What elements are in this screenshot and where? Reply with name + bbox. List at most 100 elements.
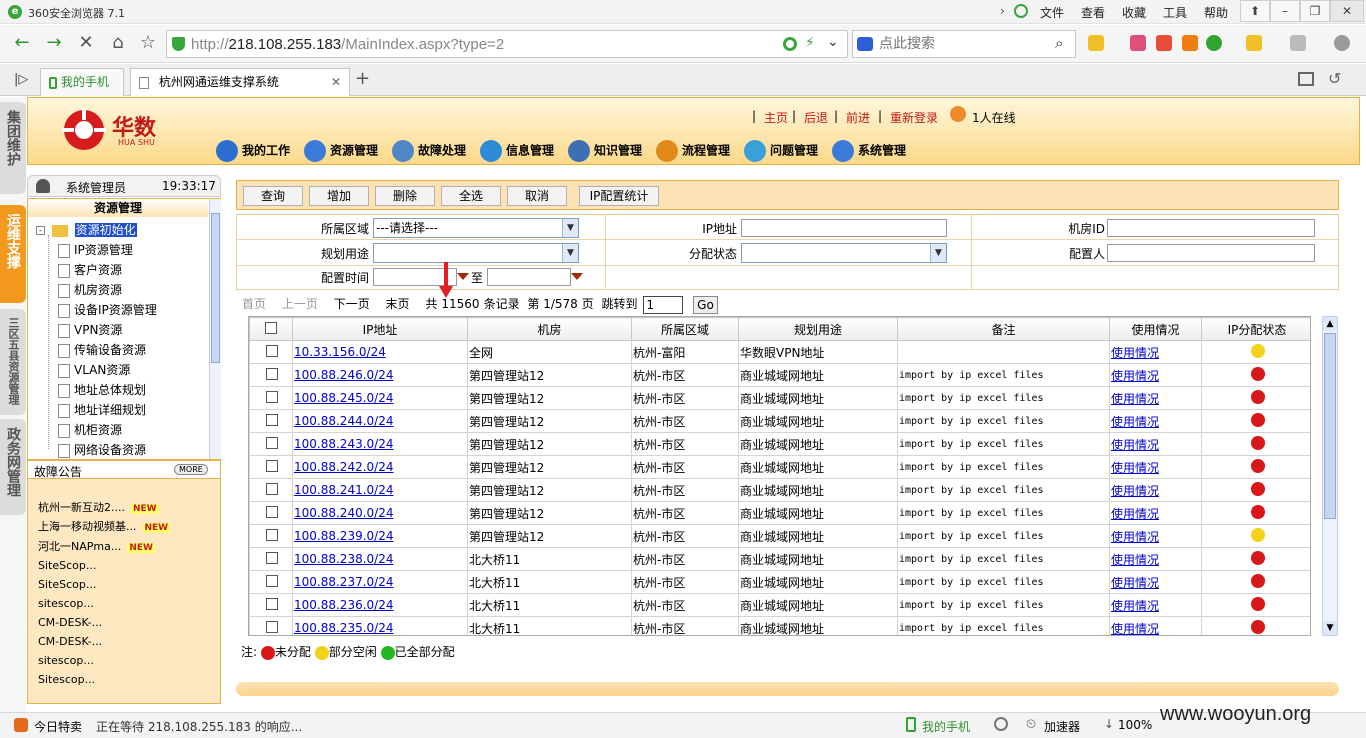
ip-link[interactable]: 100.88.242.0/24 — [294, 460, 393, 474]
usage-link[interactable]: 使用情况 — [1111, 530, 1159, 544]
refresh-icon[interactable] — [783, 37, 797, 51]
row-checkbox-cell[interactable] — [249, 455, 293, 479]
notice-item[interactable]: CM-DESK-... — [38, 635, 102, 648]
nav-process-mgmt[interactable]: 流程管理 — [656, 140, 730, 162]
cell-usage[interactable]: 使用情况 — [1109, 501, 1202, 525]
tree-item-transport[interactable]: 传输设备资源 — [58, 341, 146, 358]
today-deals[interactable]: 今日特卖 — [34, 718, 82, 735]
configurer-input[interactable] — [1107, 244, 1315, 262]
tab-my-phone[interactable]: 我的手机 — [40, 68, 124, 96]
usage-link[interactable]: 使用情况 — [1111, 507, 1159, 521]
row-checkbox-cell[interactable] — [249, 340, 293, 364]
table-scrollbar[interactable]: ▲ ▼ — [1322, 316, 1338, 636]
ip-link[interactable]: 100.88.236.0/24 — [294, 598, 393, 612]
row-checkbox[interactable] — [265, 367, 278, 380]
delete-button[interactable]: 删除 — [375, 186, 435, 206]
region-select[interactable]: ---请选择--- ▼ — [373, 218, 579, 238]
row-checkbox[interactable] — [265, 551, 278, 564]
row-checkbox-cell[interactable] — [249, 593, 293, 617]
first-page-link[interactable]: 首页 — [242, 297, 266, 311]
ip-link[interactable]: 100.88.245.0/24 — [294, 391, 393, 405]
cell-ip[interactable]: 100.88.238.0/24 — [292, 547, 468, 571]
search-input[interactable] — [879, 35, 1049, 53]
minimize-button[interactable]: – — [1270, 0, 1300, 22]
ip-link[interactable]: 100.88.246.0/24 — [294, 368, 393, 382]
tree-item-cabinet[interactable]: 机柜资源 — [58, 421, 122, 438]
sidetab-gov-network[interactable]: 政务网管理 — [0, 419, 26, 515]
tree-item-customer[interactable]: 客户资源 — [58, 261, 122, 278]
cell-ip[interactable]: 100.88.244.0/24 — [292, 409, 468, 433]
row-checkbox-cell[interactable] — [249, 570, 293, 594]
header-checkbox-cell[interactable] — [249, 317, 293, 341]
link-forward[interactable]: 前进 — [846, 109, 870, 126]
cell-usage[interactable]: 使用情况 — [1109, 340, 1202, 364]
ip-link[interactable]: 100.88.237.0/24 — [294, 575, 393, 589]
security-icon[interactable] — [1206, 35, 1222, 51]
tree-root[interactable]: - 资源初始化 — [36, 221, 137, 238]
query-button[interactable]: 查询 — [243, 186, 303, 206]
notice-item[interactable]: sitescop... — [38, 597, 94, 610]
tab-list-icon[interactable] — [1298, 72, 1314, 86]
usage-link[interactable]: 使用情况 — [1111, 369, 1159, 383]
row-checkbox[interactable] — [265, 413, 278, 426]
nav-info-mgmt[interactable]: 信息管理 — [480, 140, 554, 162]
cell-ip[interactable]: 100.88.235.0/24 — [292, 616, 468, 635]
undo-close-icon[interactable]: ↺ — [1328, 69, 1341, 88]
game-icon[interactable] — [1290, 35, 1306, 51]
go-button[interactable]: Go — [693, 295, 718, 314]
cell-usage[interactable]: 使用情况 — [1109, 593, 1202, 617]
row-checkbox-cell[interactable] — [249, 478, 293, 502]
usage-link[interactable]: 使用情况 — [1111, 576, 1159, 590]
notice-item[interactable]: SiteScop... — [38, 578, 96, 591]
cell-usage[interactable]: 使用情况 — [1109, 478, 1202, 502]
ip-link[interactable]: 100.88.241.0/24 — [294, 483, 393, 497]
tree-item-vpn[interactable]: VPN资源 — [58, 321, 122, 338]
nav-arrow-icon[interactable]: › — [1000, 4, 1005, 18]
cell-usage[interactable]: 使用情况 — [1109, 432, 1202, 456]
collapse-icon[interactable]: - — [36, 226, 45, 235]
cell-ip[interactable]: 100.88.240.0/24 — [292, 501, 468, 525]
row-checkbox[interactable] — [265, 482, 278, 495]
cell-ip[interactable]: 100.88.245.0/24 — [292, 386, 468, 410]
cell-usage[interactable]: 使用情况 — [1109, 524, 1202, 548]
sidetab-county-resources[interactable]: 三区五县资源管理 — [0, 309, 26, 415]
add-button[interactable]: 增加 — [309, 186, 369, 206]
settings-icon[interactable] — [1334, 35, 1350, 51]
cell-usage[interactable]: 使用情况 — [1109, 409, 1202, 433]
menu-favorites[interactable]: 收藏 — [1122, 4, 1146, 21]
url-field[interactable]: http://218.108.255.183/MainIndex.aspx?ty… — [166, 30, 848, 58]
row-checkbox-cell[interactable] — [249, 409, 293, 433]
row-checkbox-cell[interactable] — [249, 386, 293, 410]
last-page-link[interactable]: 末页 — [386, 297, 410, 311]
time-to-input[interactable] — [487, 268, 571, 286]
tree-item-addr-overall[interactable]: 地址总体规划 — [58, 381, 146, 398]
row-checkbox[interactable] — [265, 574, 278, 587]
notice-item[interactable]: SiteScop... — [38, 559, 96, 572]
row-checkbox[interactable] — [265, 390, 278, 403]
notice-item[interactable]: Sitescop... — [38, 673, 95, 686]
ip-link[interactable]: 100.88.243.0/24 — [294, 437, 393, 451]
sidebar-toggle-icon[interactable]: |▷ — [14, 72, 28, 87]
wallet-icon[interactable] — [1246, 35, 1262, 51]
row-checkbox[interactable] — [265, 597, 278, 610]
link-home[interactable]: 主页 — [764, 109, 788, 126]
usage-link[interactable]: 使用情况 — [1111, 484, 1159, 498]
row-checkbox-cell[interactable] — [249, 616, 293, 635]
notice-item[interactable]: 河北一NAPma... NEW — [38, 538, 155, 554]
usage-link[interactable]: 使用情况 — [1111, 415, 1159, 429]
nav-system-mgmt[interactable]: 系统管理 — [832, 140, 906, 162]
usage-link[interactable]: 使用情况 — [1111, 622, 1159, 636]
notice-item[interactable]: 杭州一新互动2.... NEW — [38, 499, 159, 515]
search-box[interactable]: ⌕ — [852, 30, 1076, 58]
cell-ip[interactable]: 100.88.241.0/24 — [292, 478, 468, 502]
tree-scroll-thumb[interactable] — [211, 213, 220, 363]
prev-page-link[interactable]: 上一页 — [282, 297, 318, 311]
calendar-dropdown-icon[interactable] — [457, 273, 469, 280]
menu-view[interactable]: 查看 — [1081, 4, 1105, 21]
notice-item[interactable]: 上海一移动视频基... NEW — [38, 518, 171, 534]
close-tab-icon[interactable]: ✕ — [331, 69, 341, 95]
link-back[interactable]: 后退 — [804, 109, 828, 126]
purpose-select[interactable]: ▼ — [373, 243, 579, 263]
close-window-button[interactable]: ✕ — [1330, 0, 1364, 22]
row-checkbox[interactable] — [265, 505, 278, 518]
